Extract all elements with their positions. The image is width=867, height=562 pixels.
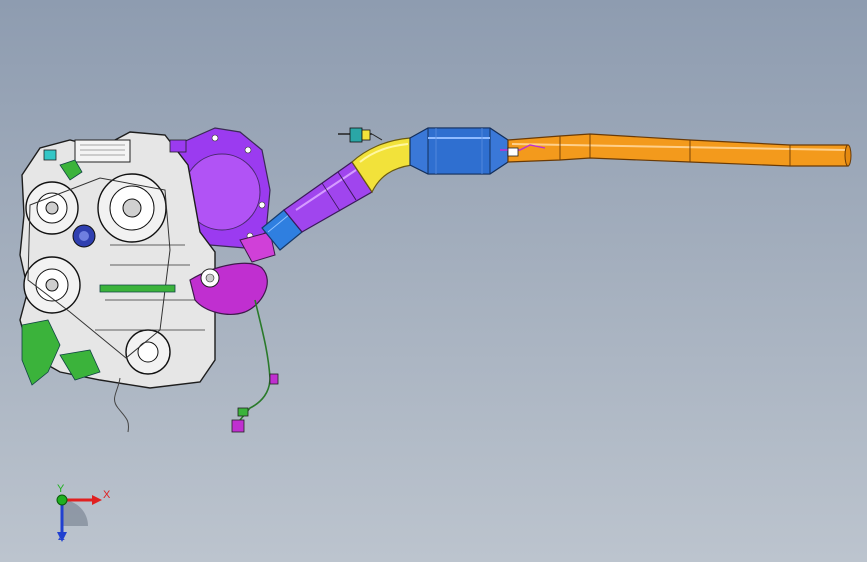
z-axis-label: Z xyxy=(58,531,65,543)
y-axis-origin xyxy=(56,494,68,506)
cad-graphics-area[interactable]: X Z Y xyxy=(0,0,867,562)
engine-block[interactable] xyxy=(19,131,216,389)
model-scene[interactable] xyxy=(0,0,867,562)
x-axis-label: X xyxy=(103,489,110,501)
y-axis-label: Y xyxy=(57,483,65,495)
catalytic-converter[interactable] xyxy=(409,127,509,175)
orientation-triad: X Z Y xyxy=(56,483,110,543)
exhaust-tailpipe[interactable] xyxy=(500,133,852,167)
x-axis-arrow xyxy=(92,495,102,505)
oxygen-sensor[interactable] xyxy=(338,127,383,143)
